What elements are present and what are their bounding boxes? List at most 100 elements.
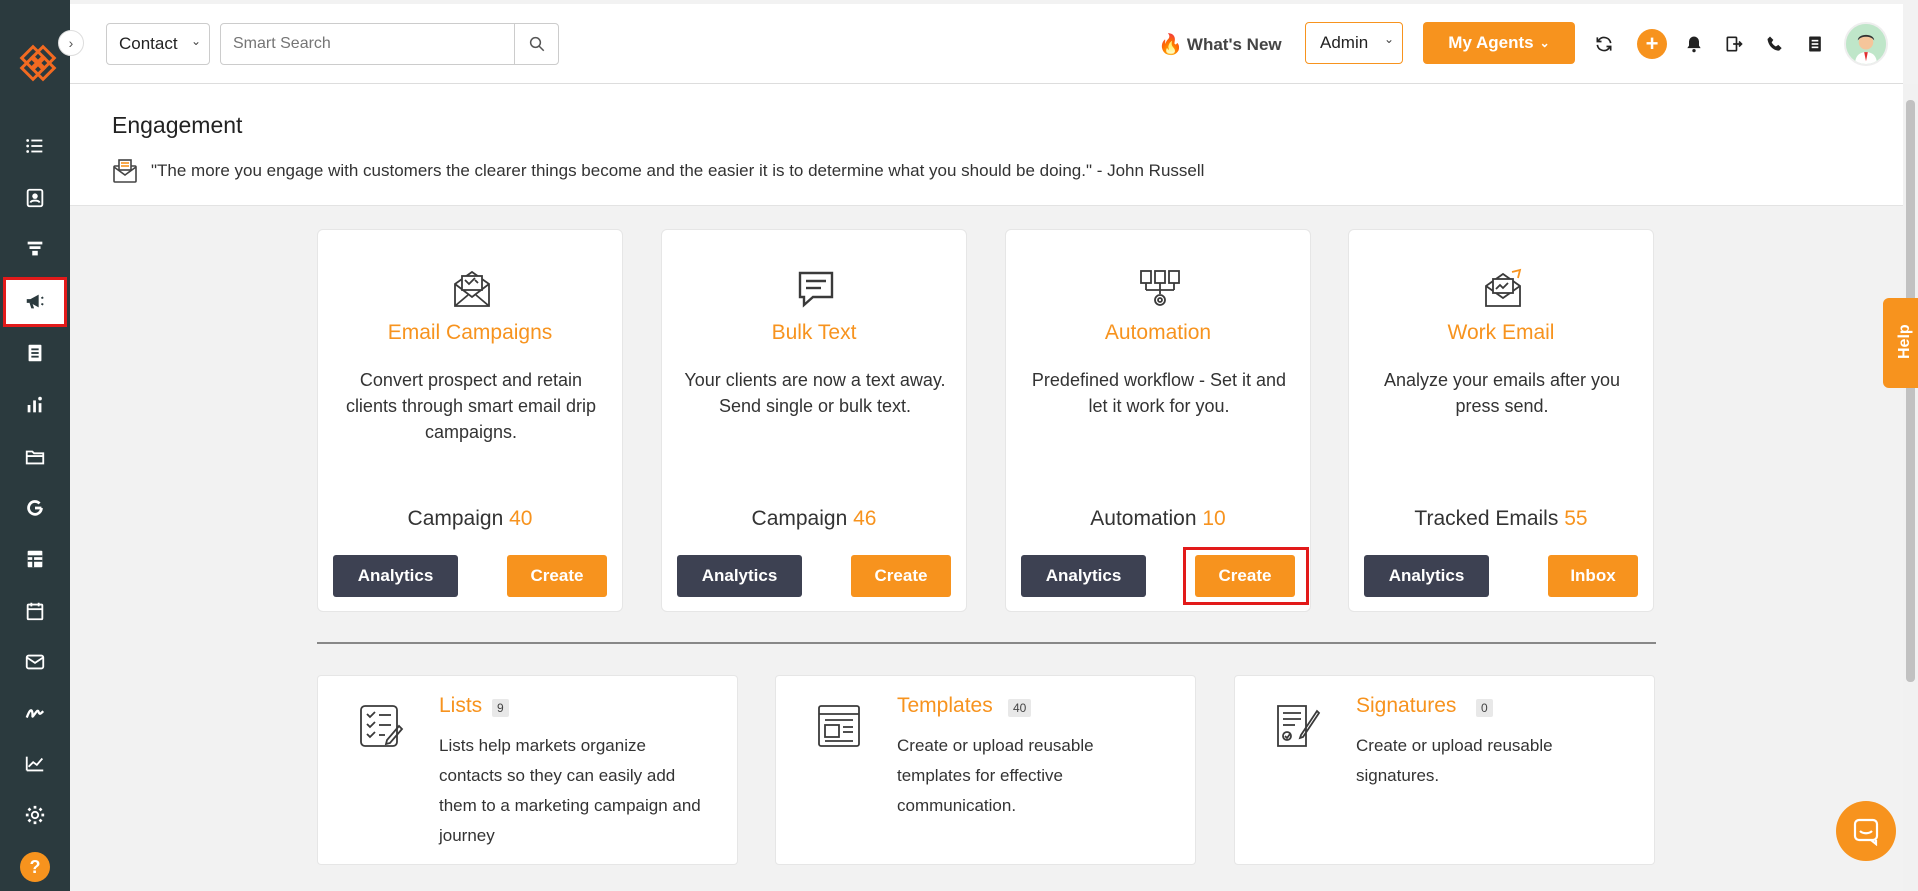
my-agents-label: My Agents xyxy=(1448,33,1534,52)
card-title: Bulk Text xyxy=(771,321,857,344)
sidebar-item-engagement[interactable] xyxy=(0,277,70,327)
sidebar-toggle-button[interactable]: › xyxy=(58,30,84,56)
add-button[interactable]: + xyxy=(1637,29,1667,59)
trend-icon xyxy=(25,756,44,772)
sidebar-item-funnel[interactable] xyxy=(0,229,70,269)
sidebar-item-reports[interactable] xyxy=(0,385,70,425)
create-button[interactable]: Create xyxy=(851,555,951,597)
sidebar-item-settings[interactable] xyxy=(0,795,70,835)
workflow-icon xyxy=(1140,270,1180,306)
card-email-campaigns: Email Campaigns Convert prospect and ret… xyxy=(317,229,623,612)
count-badge: 9 xyxy=(492,699,509,717)
work-email-icon xyxy=(1485,268,1522,307)
create-button[interactable]: Create xyxy=(507,555,607,597)
contacts-icon xyxy=(26,188,44,208)
admin-select-label: Admin xyxy=(1320,33,1369,52)
sidebar-item-mail[interactable] xyxy=(0,642,70,682)
contact-select-label: Contact xyxy=(119,34,178,53)
divider xyxy=(317,642,1656,644)
logout-icon xyxy=(1726,36,1743,52)
card-bulk-text: Bulk Text Your clients are now a text aw… xyxy=(661,229,967,612)
scroll-thumb[interactable] xyxy=(1906,100,1915,682)
card-count-value: 10 xyxy=(1202,507,1226,530)
refresh-icon xyxy=(1596,36,1612,52)
sidebar-item-list[interactable] xyxy=(0,126,70,166)
card-signatures[interactable]: Signatures 0 Create or upload reusable s… xyxy=(1234,675,1655,865)
card-lists[interactable]: Lists 9 Lists help markets organize cont… xyxy=(317,675,738,865)
logo-icon[interactable] xyxy=(17,42,59,84)
chevron-down-icon: ⌄ xyxy=(1383,32,1394,46)
lcard-description: Create or upload reusable signatures. xyxy=(1356,736,1553,785)
my-agents-button[interactable]: My Agents ⌄ xyxy=(1423,22,1575,64)
notifications-button[interactable] xyxy=(1682,32,1706,56)
sidebar-item-trends[interactable] xyxy=(0,744,70,784)
signature-icon xyxy=(25,709,45,718)
card-count-label: Tracked Emails xyxy=(1414,507,1559,530)
list-icon xyxy=(26,139,43,153)
search-box xyxy=(220,23,561,65)
avatar[interactable] xyxy=(1844,22,1888,66)
lcard-title: Lists xyxy=(439,694,483,717)
page-title: Engagement xyxy=(112,112,243,138)
inbox-button[interactable]: Inbox xyxy=(1548,555,1638,597)
analytics-button[interactable]: Analytics xyxy=(1021,555,1146,597)
chevron-down-icon: ⌄ xyxy=(190,34,201,48)
sidebar-item-table[interactable] xyxy=(0,539,70,579)
card-count-value: 40 xyxy=(509,507,533,530)
calendar-icon xyxy=(26,602,44,621)
notes-button[interactable] xyxy=(1803,32,1827,56)
card-work-email: Work Email Analyze your emails after you… xyxy=(1348,229,1654,612)
chat-bubble-icon xyxy=(1853,818,1879,846)
email-campaign-icon xyxy=(454,270,490,307)
quote-text: "The more you engage with customers the … xyxy=(151,161,1205,180)
search-input[interactable] xyxy=(221,24,561,64)
flame-icon: 🔥 xyxy=(1158,34,1183,56)
sidebar-item-google[interactable] xyxy=(0,488,70,528)
help-tab[interactable]: Help xyxy=(1883,298,1918,388)
card-title: Automation xyxy=(1104,321,1212,344)
logout-button[interactable] xyxy=(1722,32,1746,56)
whats-new-link[interactable]: 🔥 What's New xyxy=(1158,32,1282,57)
card-count-label: Campaign xyxy=(407,507,504,530)
notes-icon xyxy=(1809,36,1821,52)
card-description: Your clients are now a text away. Send s… xyxy=(684,370,946,416)
phone-button[interactable] xyxy=(1763,32,1787,56)
folder-icon xyxy=(25,450,45,465)
contact-select[interactable]: Contact ⌄ xyxy=(106,23,210,65)
sidebar-item-documents[interactable] xyxy=(0,333,70,373)
checklist-icon xyxy=(360,705,404,747)
card-templates[interactable]: Templates 40 Create or upload reusable t… xyxy=(775,675,1196,865)
table-icon xyxy=(27,550,43,568)
count-badge: 0 xyxy=(1476,699,1493,717)
sidebar-item-signature[interactable] xyxy=(0,693,70,733)
card-title: Email Campaigns xyxy=(387,321,553,344)
lcard-title: Signatures xyxy=(1356,694,1457,717)
card-count: Automation 10 xyxy=(1006,507,1310,531)
card-count-label: Automation xyxy=(1090,507,1197,530)
search-button[interactable] xyxy=(514,24,558,64)
page-header: Engagement "The more you engage with cus… xyxy=(70,84,1903,206)
chat-button[interactable] xyxy=(1836,801,1896,861)
scrollbar[interactable] xyxy=(1903,84,1918,891)
chat-icon xyxy=(798,271,834,308)
card-count: Campaign 46 xyxy=(662,507,966,531)
mail-icon xyxy=(25,654,45,670)
funnel-icon xyxy=(27,241,43,256)
analytics-button[interactable]: Analytics xyxy=(677,555,802,597)
topbar: Contact ⌄ 🔥 What's New Admin ⌄ My Agents… xyxy=(70,4,1903,84)
lcard-title: Templates xyxy=(897,694,993,717)
message-icon xyxy=(113,159,137,183)
sidebar-item-contacts[interactable] xyxy=(0,178,70,218)
help-icon[interactable]: ? xyxy=(20,852,50,882)
sidebar-item-folder[interactable] xyxy=(0,437,70,477)
sidebar: ? xyxy=(0,0,70,891)
gear-icon xyxy=(25,805,45,825)
analytics-button[interactable]: Analytics xyxy=(333,555,458,597)
sidebar-item-calendar[interactable] xyxy=(0,591,70,631)
admin-select[interactable]: Admin ⌄ xyxy=(1305,22,1403,64)
google-icon xyxy=(27,500,43,516)
card-count-label: Campaign xyxy=(751,507,848,530)
analytics-button[interactable]: Analytics xyxy=(1364,555,1489,597)
refresh-button[interactable] xyxy=(1592,32,1616,56)
help-tab-label: Help xyxy=(1896,324,1913,359)
